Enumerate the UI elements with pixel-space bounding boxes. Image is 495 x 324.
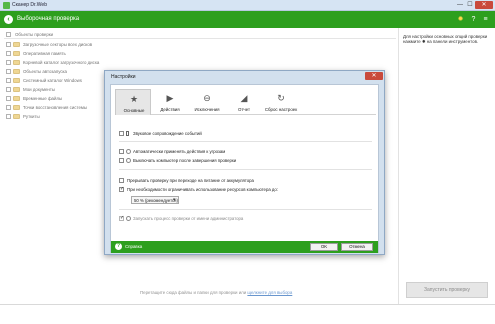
app-header: ‹ Выборочная проверка ✹ ? ≡ [0, 11, 495, 28]
tab-reset-settings[interactable]: ↻ Сброс настроек [263, 89, 299, 115]
cancel-button[interactable]: Отмена [341, 243, 373, 251]
star-icon: ★ [129, 94, 139, 104]
auto-actions-checkbox[interactable] [119, 149, 124, 154]
play-icon: ▶ [166, 93, 174, 103]
menu-icon[interactable]: ≡ [481, 15, 490, 24]
section-divider [119, 169, 372, 170]
help-icon[interactable]: ? [469, 15, 478, 24]
settings-hint: Для настройки основных опций проверки на… [403, 34, 488, 45]
window-title: Сканер Dr.Web [12, 2, 47, 8]
ok-button[interactable]: OK [310, 243, 338, 251]
interrupt-battery-label: Прерывать проверку при переходе на питан… [127, 178, 254, 183]
settings-dialog: Настройки ✕ ★ Основные ▶ Действия ⊖ Искл… [104, 70, 385, 255]
shield-check-icon [126, 149, 131, 154]
maximize-button[interactable]: ☐ [465, 1, 475, 9]
tab-actions[interactable]: ▶ Действия [152, 89, 188, 115]
gear-icon[interactable]: ✹ [456, 15, 465, 24]
chevron-down-icon: ▾ [173, 197, 176, 203]
dialog-body: ★ Основные ▶ Действия ⊖ Исключения ◢ Отч… [110, 84, 379, 253]
window-titlebar: Сканер Dr.Web — ☐ ✕ [0, 0, 495, 11]
minus-circle-icon: ⊖ [203, 93, 211, 103]
reset-icon: ↻ [277, 93, 285, 103]
settings-tabs: ★ Основные ▶ Действия ⊖ Исключения ◢ Отч… [115, 89, 376, 115]
chart-icon: ◢ [240, 93, 248, 103]
power-icon [126, 158, 131, 163]
auto-actions-label: Автоматически применять действия к угроз… [133, 149, 226, 154]
back-arrow-icon[interactable]: ‹ [4, 15, 13, 24]
dialog-close-button[interactable]: ✕ [365, 72, 383, 80]
dialog-footer: ? Справка OK Отмена [111, 241, 378, 253]
tab-label: Отчет [237, 107, 251, 112]
speaker-icon [126, 131, 129, 136]
resource-limit-value: 50 % (рекомендуется) [134, 198, 178, 203]
limit-resources-checkbox[interactable] [119, 186, 124, 192]
close-window-button[interactable]: ✕ [475, 1, 493, 9]
tab-exclusions[interactable]: ⊖ Исключения [189, 89, 225, 115]
section-divider [119, 141, 372, 142]
admin-shield-icon [126, 216, 131, 221]
run-as-admin-checkbox[interactable] [119, 215, 124, 221]
interrupt-battery-checkbox[interactable] [119, 178, 124, 183]
help-circle-icon[interactable]: ? [115, 243, 122, 250]
limit-resources-label: При необходимости ограничивать использов… [127, 187, 279, 192]
resource-limit-select[interactable]: 50 % (рекомендуется) ▾ [131, 196, 179, 204]
start-scan-button[interactable]: Запустить проверку [406, 282, 488, 298]
run-as-admin-label: Запускать процесс проверки от имени адми… [133, 216, 244, 221]
help-link[interactable]: Справка [125, 244, 142, 249]
app-logo-icon [3, 2, 10, 9]
dialog-title: Настройки [111, 74, 136, 80]
sound-checkbox[interactable] [119, 131, 124, 136]
tab-label: Исключения [194, 107, 220, 112]
sound-label: Звуковое сопровождение событий [133, 131, 202, 136]
tab-label: Сброс настроек [264, 107, 298, 112]
shutdown-label: Выключать компьютер после завершения про… [133, 158, 237, 163]
section-divider [119, 209, 372, 210]
minimize-button[interactable]: — [455, 1, 465, 9]
tab-report[interactable]: ◢ Отчет [226, 89, 262, 115]
tab-label: Основные [123, 108, 145, 113]
page-title: Выборочная проверка [17, 16, 80, 22]
bottom-divider [0, 304, 495, 305]
tab-main[interactable]: ★ Основные [115, 89, 151, 115]
tab-label: Действия [160, 107, 180, 112]
panel-divider [398, 28, 399, 304]
shutdown-checkbox[interactable] [119, 158, 124, 163]
